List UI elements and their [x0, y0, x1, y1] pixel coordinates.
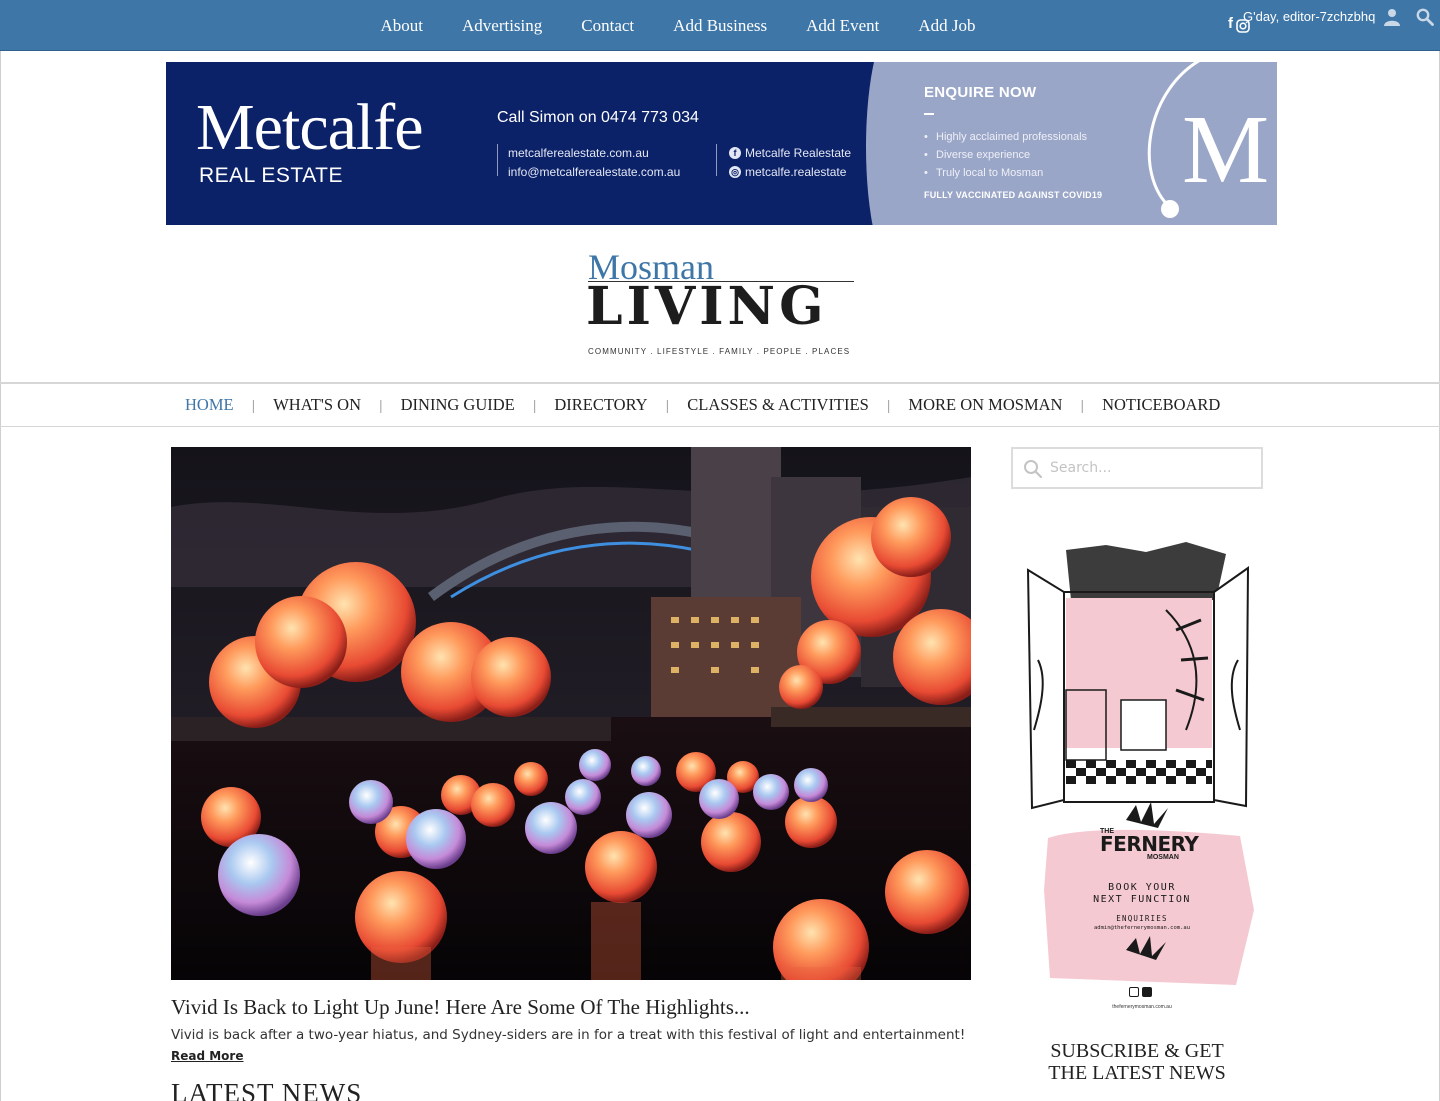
nav-link-advertising[interactable]: Advertising — [443, 16, 562, 36]
nav-link-add-job[interactable]: Add Job — [899, 16, 995, 36]
instagram-icon — [1129, 987, 1139, 997]
banner-brand: Metcalfe — [196, 91, 424, 164]
fernery-illustration — [1026, 542, 1254, 985]
main-nav-classes-activities[interactable]: CLASSES & ACTIVITIES — [669, 395, 887, 415]
fernery-line2: NEXT FUNCTION — [1093, 894, 1191, 905]
top-bar: About Advertising Contact Add Business A… — [0, 0, 1440, 51]
main-nav-whats-on[interactable]: WHAT'S ON — [255, 395, 379, 415]
fernery-line1: BOOK YOUR — [1108, 882, 1176, 893]
banner-call: Call Simon on 0474 773 034 — [497, 109, 699, 126]
main-nav-directory[interactable]: DIRECTORY — [536, 395, 665, 415]
nav-link-add-business[interactable]: Add Business — [654, 16, 787, 36]
banner-divider — [497, 144, 498, 176]
fernery-suburb: MOSMAN — [1147, 854, 1179, 861]
latest-news-heading: LATEST NEWS — [171, 1078, 363, 1101]
instagram-icon: ◎ — [729, 166, 741, 178]
facebook-icon: f — [729, 147, 741, 159]
feature-excerpt: Vivid is back after a two-year hiatus, a… — [171, 1025, 971, 1067]
logo-tagline: COMMUNITY . LIFESTYLE . FAMILY . PEOPLE … — [588, 347, 851, 356]
utility-nav: About Advertising Contact Add Business A… — [361, 0, 995, 51]
feature-image[interactable] — [171, 447, 971, 980]
banner-facebook: f Metcalfe Realestate — [729, 146, 851, 160]
nav-link-contact[interactable]: Contact — [562, 16, 654, 36]
banner-points: Highly acclaimed professionals Diverse e… — [924, 128, 1087, 182]
user-icon[interactable] — [1384, 8, 1400, 26]
banner-ad[interactable]: Metcalfe REAL ESTATE Call Simon on 0474 … — [166, 62, 1277, 225]
main-nav: HOME | WHAT'S ON | DINING GUIDE | DIRECT… — [0, 382, 1440, 427]
main-nav-noticeboard[interactable]: NOTICEBOARD — [1084, 395, 1238, 415]
page-frame-left — [0, 51, 1, 1101]
main-nav-more-on-mosman[interactable]: MORE ON MOSMAN — [890, 395, 1080, 415]
fernery-enquiries: ENQUIRIES — [1116, 914, 1168, 923]
fernery-url: thefernerymosman.com.au — [1112, 1004, 1172, 1010]
search-icon[interactable] — [1416, 8, 1434, 26]
site-logo[interactable]: Mosman LIVING COMMUNITY . LIFESTYLE . FA… — [586, 248, 858, 360]
banner-website: metcalferealestate.com.au — [508, 146, 649, 160]
banner-facebook-label: Metcalfe Realestate — [745, 146, 852, 160]
banner-enquire: ENQUIRE NOW — [924, 84, 1037, 101]
read-more-link[interactable]: Read More — [171, 1049, 244, 1063]
user-greeting[interactable]: G'day, editor-7zchzbhq — [1243, 9, 1375, 24]
banner-instagram-label: metcalfe.realestate — [745, 165, 847, 179]
fernery-social — [1129, 987, 1152, 997]
banner-instagram: ◎ metcalfe.realestate — [729, 165, 846, 179]
fernery-name: FERNERY — [1100, 832, 1199, 856]
search-input[interactable] — [1050, 456, 1250, 480]
main-nav-dining-guide[interactable]: DINING GUIDE — [383, 395, 533, 415]
banner-monogram-letter: M — [1182, 96, 1269, 204]
facebook-icon[interactable]: f — [1228, 14, 1233, 34]
logo-living: LIVING — [586, 276, 828, 337]
banner-dash — [924, 113, 934, 115]
banner-monogram: M — [1147, 62, 1269, 218]
banner-email: info@metcalferealestate.com.au — [508, 165, 681, 179]
banner-brand-sub: REAL ESTATE — [199, 164, 343, 187]
banner-point: Truly local to Mosman — [924, 164, 1087, 182]
banner-point: Diverse experience — [924, 146, 1087, 164]
subscribe-heading: SUBSCRIBE & GET THE LATEST NEWS — [1048, 1040, 1226, 1084]
banner-vaccinated: FULLY VACCINATED AGAINST COVID19 — [924, 190, 1103, 200]
feature-excerpt-text: Vivid is back after a two-year hiatus, a… — [171, 1027, 966, 1043]
facebook-icon — [1142, 987, 1152, 997]
sidebar-search — [1011, 447, 1263, 489]
search-icon — [1024, 460, 1043, 479]
feature-title[interactable]: Vivid Is Back to Light Up June! Here Are… — [171, 995, 750, 1020]
banner-point: Highly acclaimed professionals — [924, 128, 1087, 146]
main-nav-home[interactable]: HOME — [167, 395, 252, 415]
nav-link-about[interactable]: About — [361, 16, 443, 36]
banner-divider — [716, 144, 717, 176]
fernery-email: admin@thefernerymosman.com.au — [1093, 925, 1191, 931]
fernery-ad[interactable]: THE FERNERY MOSMAN BOOK YOUR NEXT FUNCTI… — [1026, 530, 1254, 1015]
nav-link-add-event[interactable]: Add Event — [787, 16, 899, 36]
